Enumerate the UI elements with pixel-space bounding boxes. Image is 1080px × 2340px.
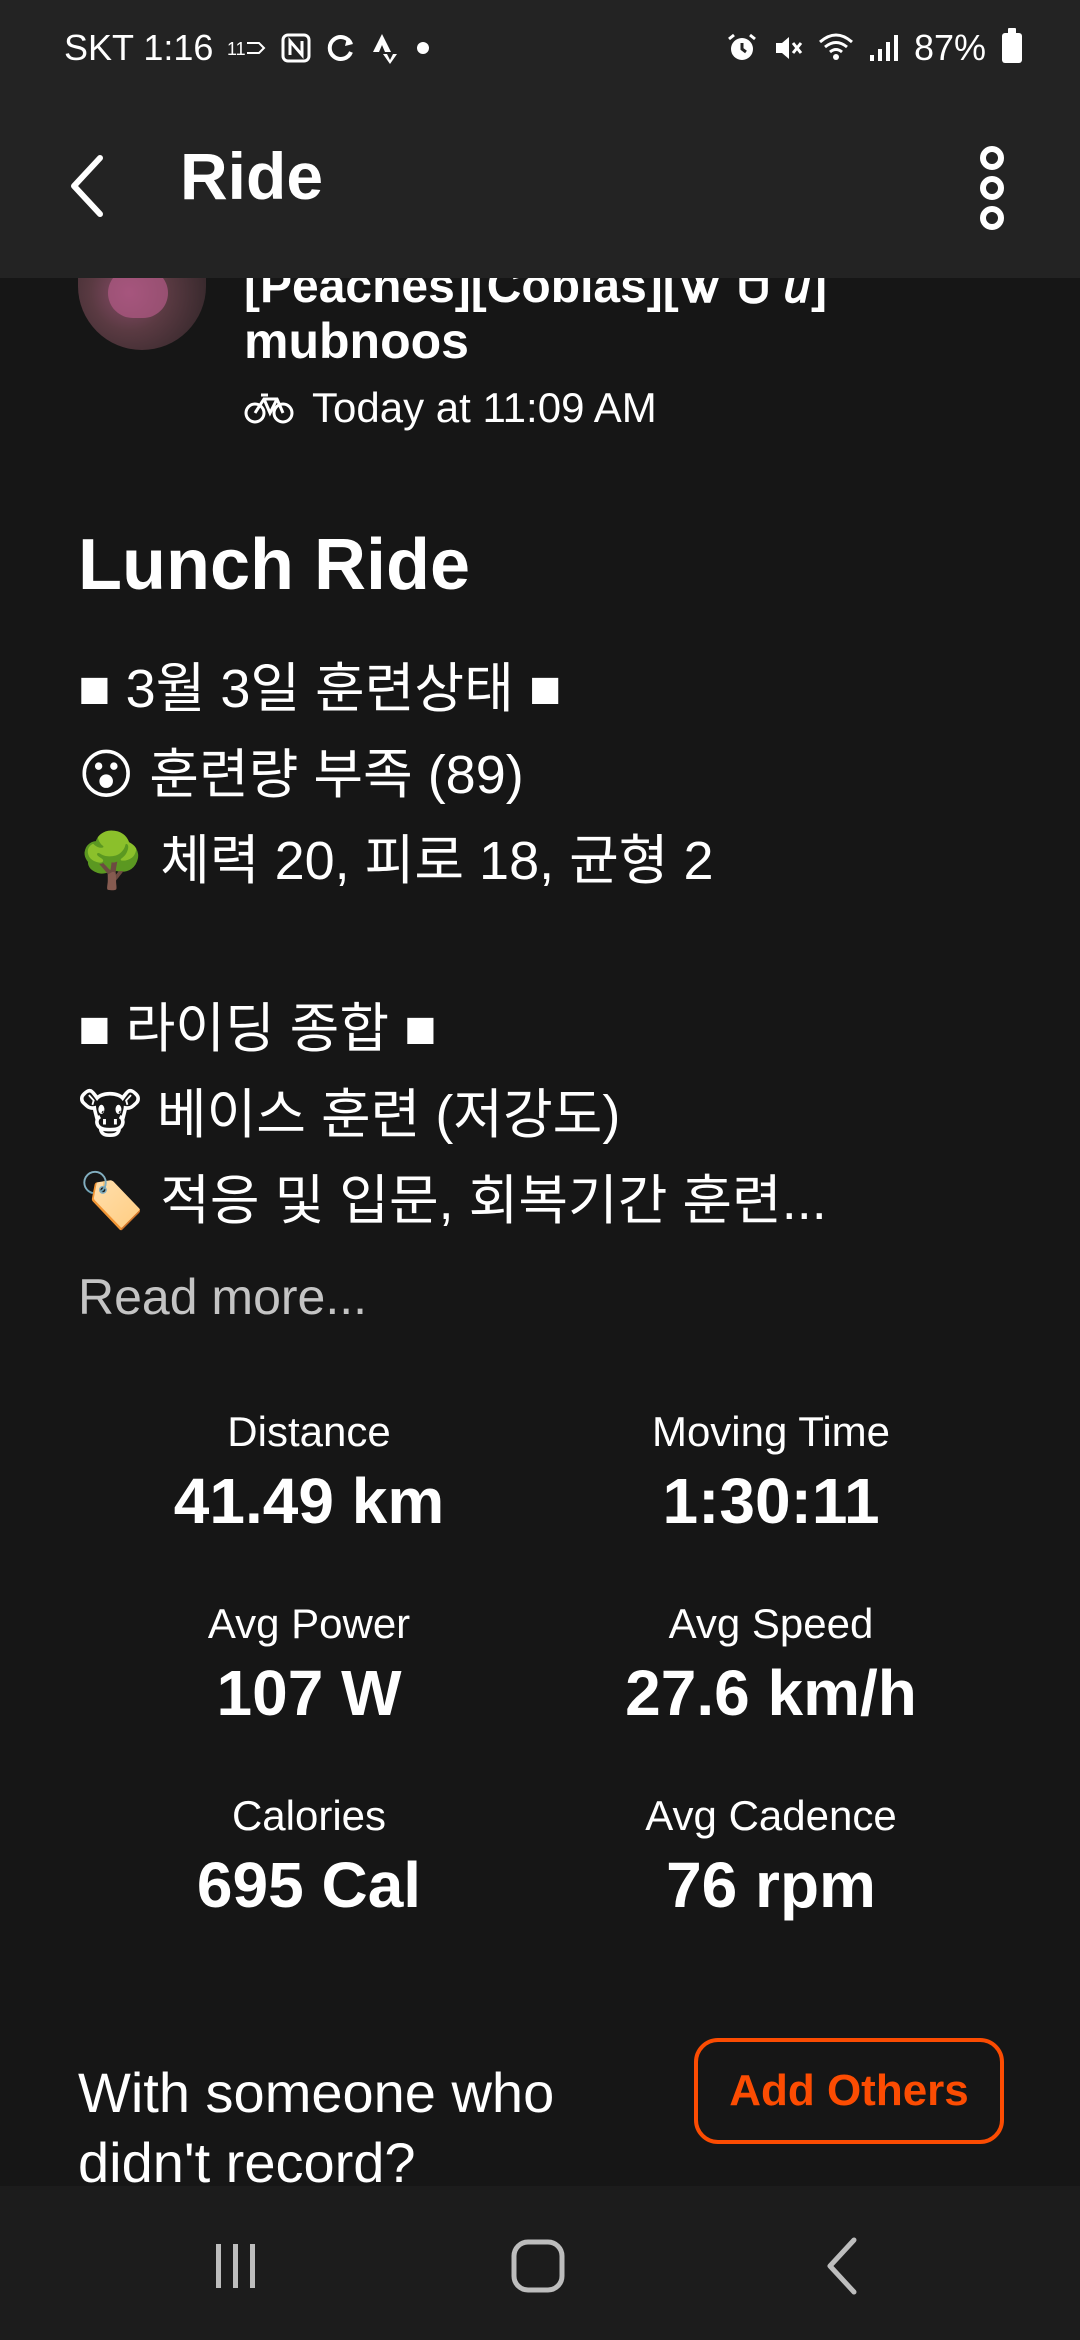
battery-percent: 87% — [913, 27, 986, 68]
status-right: 87% — [726, 27, 1022, 69]
recent-apps-icon — [216, 2244, 255, 2288]
nfc-icon — [281, 33, 311, 63]
read-more-link[interactable]: Read more... — [78, 1268, 367, 1326]
stat-label: Moving Time — [651, 1408, 891, 1455]
nav-back-button[interactable] — [782, 2216, 902, 2316]
more-options-button[interactable] — [960, 136, 1024, 240]
carrier-time: SKT 1:16 — [64, 27, 214, 68]
stat-label: Calories — [231, 1792, 387, 1839]
stat-calories: Calories 695 Cal — [74, 1792, 544, 1922]
lte-plus-icon: 11 — [227, 35, 267, 61]
description-line: ■ 라이딩 종합 ■ — [78, 999, 437, 1059]
avatar[interactable] — [78, 278, 206, 350]
sync-icon — [325, 32, 357, 64]
description-line: 🌳 체력 20, 피로 18, 균형 2 — [78, 831, 714, 891]
system-nav-bar — [0, 2186, 1080, 2340]
activity-content[interactable]: [Peaches][Cobias][Ꮤ Ꮜ ꞿ] mubnoos Today a… — [0, 278, 1080, 2186]
home-icon — [511, 2239, 565, 2293]
dot-icon — [413, 38, 433, 58]
stat-label: Avg Cadence — [645, 1792, 897, 1839]
stat-avg-speed: Avg Speed 27.6 km/h — [536, 1600, 1006, 1730]
status-bar: SKT 1:16 11 87% — [0, 0, 1080, 96]
stat-value: 76 rpm — [666, 1849, 876, 1921]
activity-description[interactable]: ■ 3월 3일 훈련상태 ■ 😮 훈련량 부족 (89) 🌳 체력 20, 피로… — [78, 646, 1008, 1244]
with-someone-line-1: With someone who — [78, 2061, 555, 2124]
stat-avg-power: Avg Power 107 W — [74, 1600, 544, 1730]
home-button[interactable] — [478, 2216, 598, 2316]
stat-value: 27.6 km/h — [625, 1657, 917, 1729]
stat-distance: Distance 41.49 km — [74, 1408, 544, 1538]
description-line: 🐮 베이스 훈련 (저강도) — [78, 1085, 621, 1145]
signal-icon — [868, 33, 900, 63]
activity-timestamp: Today at 11:09 AM — [312, 384, 657, 431]
more-vertical-icon — [980, 146, 1004, 230]
chevron-left-icon — [71, 155, 103, 217]
battery-icon — [1002, 28, 1022, 63]
activity-title: Lunch Ride — [78, 525, 470, 605]
bicycle-icon — [244, 393, 294, 424]
stat-value: 107 W — [216, 1657, 402, 1729]
activity-meta: Today at 11:09 AM — [244, 384, 657, 432]
with-someone-prompt: With someone who didn't record? — [78, 2058, 638, 2186]
avatar-photo — [108, 278, 168, 318]
back-button[interactable] — [58, 146, 118, 226]
description-line: ■ 3월 3일 훈련상태 ■ — [78, 659, 562, 719]
athlete-name[interactable]: mubnoos — [244, 312, 469, 370]
status-left: SKT 1:16 11 — [64, 27, 433, 69]
mute-icon — [772, 32, 804, 64]
back-icon — [827, 2237, 857, 2295]
stat-value: 1:30:11 — [662, 1465, 880, 1537]
stat-label: Avg Speed — [668, 1600, 874, 1647]
with-someone-line-2: didn't record? — [78, 2131, 416, 2186]
stat-value: 41.49 km — [173, 1465, 445, 1537]
description-line: 😮 훈련량 부족 (89) — [78, 745, 524, 805]
stat-moving-time: Moving Time 1:30:11 — [536, 1408, 1006, 1538]
stat-value: 695 Cal — [196, 1849, 422, 1921]
strava-icon — [371, 32, 399, 64]
wifi-icon — [818, 32, 854, 64]
app-bar: Ride — [0, 96, 1080, 278]
alarm-icon — [726, 32, 758, 64]
add-others-button[interactable]: Add Others — [694, 2038, 1004, 2144]
stat-label: Avg Power — [207, 1600, 411, 1647]
description-line: 🏷️ 적응 및 입문, 회복기간 훈련... — [78, 1171, 827, 1231]
page-title: Ride — [180, 139, 324, 213]
recent-apps-button[interactable] — [176, 2216, 296, 2316]
stat-avg-cadence: Avg Cadence 76 rpm — [536, 1792, 1006, 1922]
svg-text:11: 11 — [227, 39, 246, 59]
stat-label: Distance — [227, 1408, 391, 1455]
